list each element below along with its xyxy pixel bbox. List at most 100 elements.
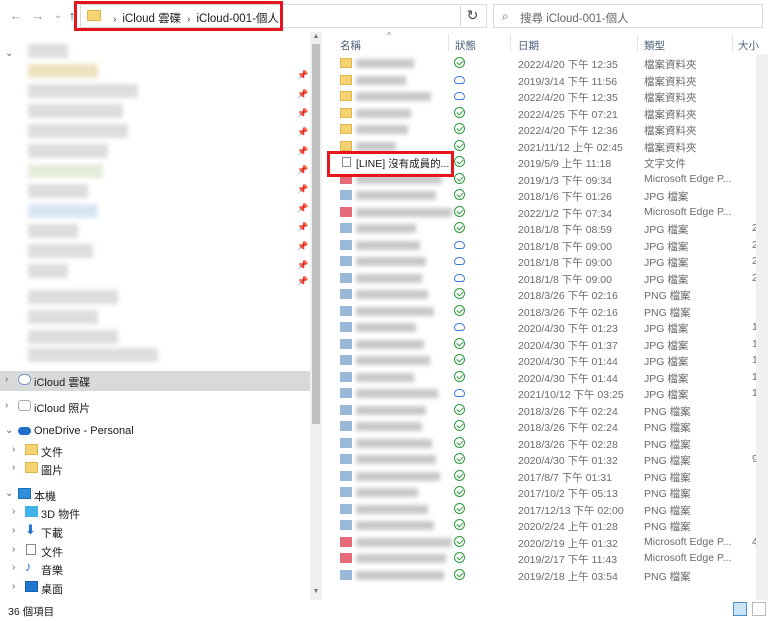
column-divider[interactable] <box>510 34 511 52</box>
sidebar-item-icloud-drive[interactable]: › iCloud 雲碟 <box>0 371 310 391</box>
chevron-right-icon[interactable]: › <box>12 444 15 455</box>
refresh-button[interactable]: ↻ <box>460 4 484 28</box>
chevron-right-icon[interactable]: › <box>5 374 8 385</box>
sidebar-item-onedrive-documents[interactable]: › 文件 <box>0 441 310 459</box>
breadcrumb-icloud-drive[interactable]: iCloud 雲碟 <box>122 13 181 25</box>
pin-icon[interactable]: 📌 <box>297 146 308 157</box>
file-row[interactable]: 2019/1/3 下午 09:34 Microsoft Edge P... <box>330 171 768 188</box>
address-bar[interactable]: ›iCloud 雲碟›iCloud-001-個人 ⌄ <box>80 4 525 28</box>
file-date: 2018/3/26 下午 02:24 <box>518 405 618 418</box>
file-row[interactable]: 2018/1/8 下午 09:00 JPG 檔案 2 <box>330 270 768 287</box>
chevron-right-icon[interactable]: › <box>12 525 15 536</box>
details-view-button[interactable] <box>733 602 747 616</box>
scroll-down-icon[interactable]: ▼ <box>310 588 322 595</box>
column-status-header[interactable]: 狀態 <box>455 38 476 53</box>
sidebar-item-onedrive-pictures[interactable]: › 圖片 <box>0 459 310 477</box>
file-row[interactable]: 2018/3/26 下午 02:24 PNG 檔案 <box>330 402 768 419</box>
pin-icon[interactable]: 📌 <box>297 184 308 195</box>
pin-icon[interactable]: 📌 <box>297 108 308 119</box>
file-row[interactable]: 2018/1/8 下午 09:00 JPG 檔案 2 <box>330 253 768 270</box>
file-row[interactable]: 2020/4/30 下午 01:23 JPG 檔案 1 <box>330 319 768 336</box>
pin-icon[interactable]: 📌 <box>297 127 308 138</box>
nav-scrollbar[interactable]: ▲ ▼ <box>310 32 322 600</box>
chevron-right-icon[interactable]: › <box>12 581 15 592</box>
chevron-right-icon[interactable]: › <box>12 506 15 517</box>
pin-icon[interactable]: 📌 <box>297 89 308 100</box>
column-divider[interactable] <box>637 34 638 52</box>
file-row[interactable]: 2017/10/2 下午 05:13 PNG 檔案 <box>330 484 768 501</box>
file-name: [LINE] 沒有成員的... <box>356 158 450 170</box>
file-row[interactable]: 2020/2/19 上午 01:32 Microsoft Edge P... 4 <box>330 534 768 551</box>
column-name-header[interactable]: 名稱 <box>340 38 361 53</box>
column-type-header[interactable]: 類型 <box>644 38 665 53</box>
chevron-right-icon[interactable]: › <box>5 400 8 411</box>
pin-icon[interactable]: 📌 <box>297 260 308 271</box>
search-box[interactable]: ⌕ 搜尋 iCloud-001-個人 <box>493 4 763 28</box>
pin-icon[interactable]: 📌 <box>297 203 308 214</box>
sidebar-item-this-pc[interactable]: ⌄ 本機 <box>0 485 310 503</box>
back-button[interactable]: ← <box>8 8 24 24</box>
file-row[interactable]: 2017/8/7 下午 01:31 PNG 檔案 <box>330 468 768 485</box>
sidebar-item-3d-objects[interactable]: › 3D 物件 <box>0 503 310 521</box>
sidebar-item-music[interactable]: › ♪ 音樂 <box>0 559 310 577</box>
folder-row[interactable]: 2021/11/12 上午 02:45 檔案資料夾 <box>330 138 768 155</box>
file-row[interactable]: 2018/3/26 下午 02:24 PNG 檔案 <box>330 418 768 435</box>
sidebar-item-desktop[interactable]: › 桌面 <box>0 578 310 596</box>
scroll-up-icon[interactable]: ▲ <box>310 33 322 40</box>
file-type: JPG 檔案 <box>644 273 689 286</box>
blurred-item <box>28 44 68 58</box>
chevron-down-icon[interactable]: ⌄ <box>5 48 13 59</box>
pin-icon[interactable]: 📌 <box>297 241 308 252</box>
file-row[interactable]: 2018/1/6 下午 01:26 JPG 檔案 <box>330 187 768 204</box>
sidebar-item-documents[interactable]: › 文件 <box>0 541 310 559</box>
synced-check-icon <box>454 486 465 497</box>
folder-row[interactable]: 2019/3/14 下午 11:56 檔案資料夾 <box>330 72 768 89</box>
column-divider[interactable] <box>732 34 733 52</box>
column-date-header[interactable]: 日期 <box>518 38 539 53</box>
pin-icon[interactable]: 📌 <box>297 276 308 287</box>
file-row[interactable]: 2018/1/8 下午 09:00 JPG 檔案 2 <box>330 237 768 254</box>
sidebar-item-onedrive[interactable]: ⌄ OneDrive - Personal <box>0 422 310 440</box>
synced-check-icon <box>454 205 465 217</box>
folder-row[interactable]: 2022/4/25 下午 07:21 檔案資料夾 <box>330 105 768 122</box>
file-row[interactable]: 2020/4/30 下午 01:44 JPG 檔案 1 <box>330 352 768 369</box>
pin-icon[interactable]: 📌 <box>297 70 308 81</box>
forward-button[interactable]: → <box>30 8 46 24</box>
chevron-down-icon[interactable]: ⌄ <box>5 488 13 499</box>
file-row[interactable]: 2018/3/26 下午 02:16 PNG 檔案 <box>330 303 768 320</box>
file-row[interactable]: 2018/3/26 下午 02:16 PNG 檔案 <box>330 286 768 303</box>
file-row[interactable]: 2019/2/17 下午 11:43 Microsoft Edge P... <box>330 550 768 567</box>
image-file-icon <box>340 338 352 349</box>
pin-icon[interactable]: 📌 <box>297 222 308 233</box>
folder-row[interactable]: 2022/4/20 下午 12:35 檔案資料夾 <box>330 55 768 72</box>
file-row[interactable]: 2019/2/18 上午 03:54 PNG 檔案 <box>330 567 768 584</box>
folder-row[interactable]: 2022/4/20 下午 12:36 檔案資料夾 <box>330 121 768 138</box>
file-row[interactable]: 2017/12/13 下午 02:00 PNG 檔案 <box>330 501 768 518</box>
file-row[interactable]: 2020/4/30 下午 01:32 PNG 檔案 9 <box>330 451 768 468</box>
list-scrollbar[interactable] <box>756 54 768 600</box>
scrollbar-thumb[interactable] <box>312 44 320 424</box>
chevron-right-icon[interactable]: › <box>12 562 15 573</box>
folder-row[interactable]: 2022/4/20 下午 12:35 檔案資料夾 <box>330 88 768 105</box>
file-row[interactable]: 2018/3/26 下午 02:28 PNG 檔案 <box>330 435 768 452</box>
up-button[interactable]: ↑ <box>64 8 80 24</box>
file-type: JPG 檔案 <box>644 323 689 335</box>
column-size-header[interactable]: 大小 <box>738 38 759 53</box>
file-row[interactable]: [LINE] 沒有成員的... 2019/5/9 上午 11:18 文字文件 <box>330 154 768 171</box>
pin-icon[interactable]: 📌 <box>297 165 308 176</box>
column-divider[interactable] <box>448 34 449 52</box>
chevron-down-icon[interactable]: ⌄ <box>5 425 13 436</box>
file-row[interactable]: 2020/2/24 上午 01:28 PNG 檔案 <box>330 517 768 534</box>
file-type: JPG 檔案 <box>644 389 689 401</box>
sidebar-item-downloads[interactable]: › ⬇ 下載 <box>0 522 310 540</box>
file-row[interactable]: 2020/4/30 下午 01:37 JPG 檔案 1 <box>330 336 768 353</box>
large-icons-view-button[interactable] <box>752 602 766 616</box>
file-row[interactable]: 2021/10/12 下午 03:25 JPG 檔案 1 <box>330 385 768 402</box>
breadcrumb-current-folder[interactable]: iCloud-001-個人 <box>196 13 278 25</box>
file-row[interactable]: 2018/1/8 下午 08:59 JPG 檔案 2 <box>330 220 768 237</box>
sidebar-item-icloud-photos[interactable]: › iCloud 照片 <box>0 397 310 415</box>
chevron-right-icon[interactable]: › <box>12 544 15 555</box>
chevron-right-icon[interactable]: › <box>12 462 15 473</box>
file-row[interactable]: 2022/1/2 下午 07:34 Microsoft Edge P... <box>330 204 768 221</box>
file-row[interactable]: 2020/4/30 下午 01:44 JPG 檔案 1 <box>330 369 768 386</box>
